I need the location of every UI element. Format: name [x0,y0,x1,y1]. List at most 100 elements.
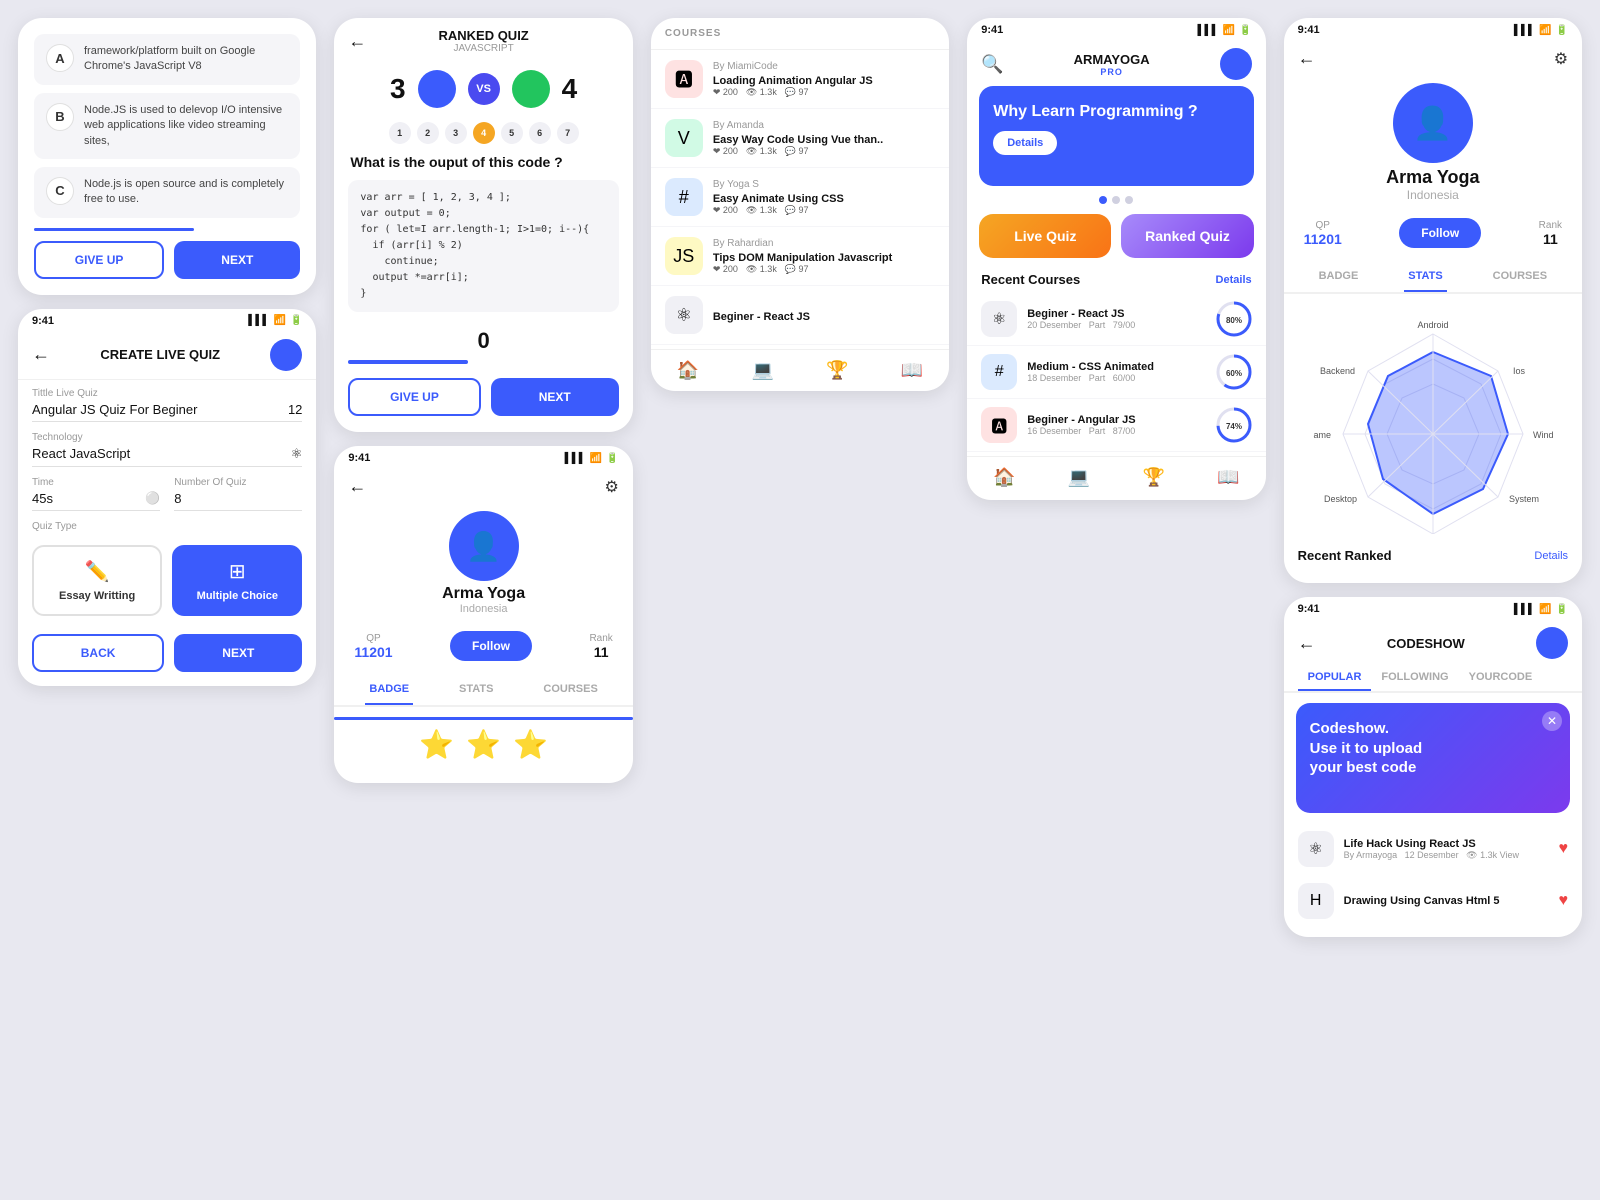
rq-avatar-right [512,70,550,108]
follow-button-pm[interactable]: Follow [450,631,532,661]
cs-tabs: POPULAR FOLLOWING YOURCODE [1284,665,1582,693]
rr-details[interactable]: Details [1534,550,1568,562]
rci-info: Beginer - React JS 20 Desember Part 79/0… [1027,308,1205,330]
list-item[interactable]: # Medium - CSS Animated 18 Desember Part… [967,346,1265,399]
search-icon-hp[interactable]: 🔍 [981,54,1003,75]
course-info: By Amanda Easy Way Code Using Vue than..… [713,120,935,157]
list-item[interactable]: ⚛ Life Hack Using React JS By Armayoga 1… [1284,823,1582,875]
list-item[interactable]: 🅰 By MiamiCode Loading Animation Angular… [651,50,949,109]
title-value: Angular JS Quiz For Beginer 12 [32,402,302,422]
next-button-rq[interactable]: NEXT [491,378,619,416]
nav-trophy-icon-hp[interactable]: 🏆 [1142,467,1164,488]
course-icon: ⚛ [665,296,703,334]
give-up-button[interactable]: GIVE UP [34,241,164,279]
time-toggle-icon[interactable]: ⚪ [145,491,160,506]
banner-dot-1[interactable] [1099,196,1107,204]
back-icon-pm[interactable]: ← [348,476,366,497]
next-button-answer[interactable]: NEXT [174,241,300,279]
tab-badge-pf[interactable]: BADGE [1315,262,1363,292]
cl-title: COURSES [665,28,935,39]
tab-following-cs[interactable]: FOLLOWING [1371,665,1458,691]
clq-title: CREATE LIVE QUIZ [50,347,270,362]
battery-icon-pm: 🔋 [606,453,618,464]
multiple-choice-card[interactable]: ⊞ Multiple Choice [172,545,302,616]
course-meta: ❤ 200 👁 1.3k 💬 97 [713,146,935,157]
answer-letter-a: A [46,44,74,72]
list-item[interactable]: H Drawing Using Canvas Html 5 ♥ [1284,875,1582,927]
pf-avatar-wrap: 👤 [1284,75,1582,167]
pf-name: Arma Yoga [1284,167,1582,188]
recent-courses-link[interactable]: Details [1216,274,1252,286]
nav-trophy-icon[interactable]: 🏆 [826,360,848,381]
column-1: A framework/platform built on Google Chr… [18,18,316,686]
tab-popular-cs[interactable]: POPULAR [1298,665,1372,691]
course-comments: 💬 97 [785,87,809,98]
back-icon-rq[interactable]: ← [348,31,366,52]
back-icon-clq[interactable]: ← [32,344,50,365]
give-up-button-rq[interactable]: GIVE UP [348,378,480,416]
live-quiz-button[interactable]: Live Quiz [979,214,1111,258]
list-item[interactable]: # By Yoga S Easy Animate Using CSS ❤ 200… [651,168,949,227]
rq-dot-4: 4 [473,122,495,144]
create-quiz-phone: 9:41 ▌▌▌ 📶 🔋 ← CREATE LIVE QUIZ Tittle L… [18,309,316,686]
nav-code-icon[interactable]: 💻 [751,360,773,381]
numquiz-label: Number Of Quiz [174,477,302,488]
tab-stats-pm[interactable]: STATS [455,675,497,705]
nav-home-icon-hp[interactable]: 🏠 [993,467,1015,488]
list-item[interactable]: ⚛ Beginer - React JS 20 Desember Part 79… [967,293,1265,346]
hp-sub: PRO [1074,67,1150,77]
back-icon-cs[interactable]: ← [1298,633,1316,654]
wifi-icon-pm: 📶 [590,453,602,464]
quiztype-field: Quiz Type [18,513,316,537]
list-item[interactable]: V By Amanda Easy Way Code Using Vue than… [651,109,949,168]
rci-title: Beginer - React JS [1027,308,1205,320]
battery-icon-pf: 🔋 [1556,25,1568,36]
banner-dot-3[interactable] [1125,196,1133,204]
tab-yourcode-cs[interactable]: YOURCODE [1459,665,1543,691]
list-item[interactable]: ⚛ Beginer - React JS [651,286,949,345]
tab-courses-pm[interactable]: COURSES [539,675,601,705]
svg-text:60%: 60% [1226,369,1242,378]
course-icon: # [665,178,703,216]
rq-dot-3: 3 [445,122,467,144]
back-icon-pf[interactable]: ← [1298,48,1316,69]
heart-icon[interactable]: ♥ [1559,840,1569,858]
gear-icon-pm[interactable]: ⚙ [604,477,618,497]
ranked-quiz-button[interactable]: Ranked Quiz [1121,214,1253,258]
pm-tabs: BADGE STATS COURSES [334,675,632,707]
nav-home-icon[interactable]: 🏠 [677,360,699,381]
answer-option-a[interactable]: A framework/platform built on Google Chr… [34,34,300,85]
nav-book-icon-hp[interactable]: 📖 [1217,467,1239,488]
follow-button-pf[interactable]: Follow [1399,218,1481,248]
rq-code: var arr = [ 1, 2, 3, 4 ]; var output = 0… [348,180,618,312]
list-item[interactable]: JS By Rahardian Tips DOM Manipulation Ja… [651,227,949,286]
essay-type-card[interactable]: ✏️ Essay Writting [32,545,162,616]
back-button-cq[interactable]: BACK [32,634,164,672]
banner-dot-2[interactable] [1112,196,1120,204]
rq-dot-5: 5 [501,122,523,144]
course-likes: ❤ 200 [713,205,738,216]
rq-dots: 1 2 3 4 5 6 7 [334,118,632,154]
list-item[interactable]: 🅰 Beginer - Angular JS 16 Desember Part … [967,399,1265,452]
answer-option-b[interactable]: B Node.JS is used to delevop I/O intensi… [34,93,300,159]
nav-code-icon-hp[interactable]: 💻 [1068,467,1090,488]
course-views: 👁 1.3k [746,205,777,216]
banner-details-button[interactable]: Details [993,131,1057,155]
battery-icon-cs: 🔋 [1556,604,1568,615]
hp-title-block: ARMAYOGA PRO [1074,52,1150,77]
tab-badge-pm[interactable]: BADGE [365,675,413,705]
next-button-cq[interactable]: NEXT [174,634,302,672]
time-pm: 9:41 [348,452,370,464]
tab-stats-pf[interactable]: STATS [1404,262,1446,292]
nav-book-icon[interactable]: 📖 [901,360,923,381]
course-meta: ❤ 200 👁 1.3k 💬 97 [713,87,935,98]
heart-icon[interactable]: ♥ [1559,892,1569,910]
column-4: 9:41 ▌▌▌ 📶 🔋 🔍 ARMAYOGA PRO Why Learn Pr… [967,18,1265,500]
gear-icon-pf[interactable]: ⚙ [1554,49,1568,69]
rci-title: Medium - CSS Animated [1027,361,1205,373]
answer-option-c[interactable]: C Node.js is open source and is complete… [34,167,300,218]
tech-icon: ⚛ [291,446,303,462]
signal-icon-pf: ▌▌▌ [1514,25,1535,36]
tab-courses-pf[interactable]: COURSES [1489,262,1551,292]
close-icon-cs[interactable]: ✕ [1542,711,1562,731]
